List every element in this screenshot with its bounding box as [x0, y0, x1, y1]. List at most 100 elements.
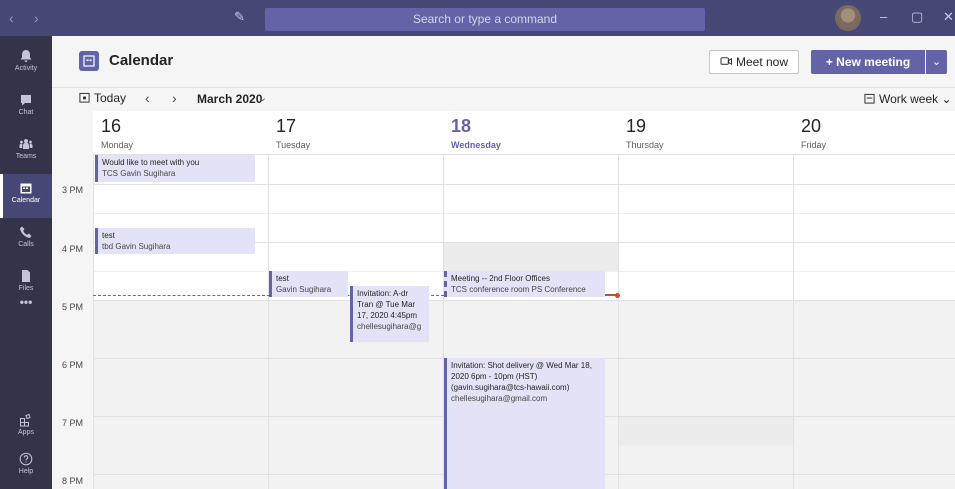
column-divider [793, 111, 794, 489]
event-title: Invitation: A-dr Tran @ Tue Mar 17, 2020… [357, 289, 418, 320]
day-name: Friday [801, 140, 827, 150]
minimize-icon[interactable]: – [880, 9, 887, 24]
rail-label: Calendar [11, 197, 41, 204]
compose-icon[interactable]: ✎ [234, 9, 245, 25]
column-divider [93, 111, 94, 489]
day-number: 17 [276, 116, 297, 136]
page-title: Calendar [109, 52, 174, 69]
event-card[interactable]: Invitation: Shot delivery @ Wed Mar 18, … [444, 358, 605, 489]
hour-label: 5 PM [62, 302, 84, 312]
column-divider [618, 111, 619, 489]
day-name: Wednesday [451, 140, 501, 150]
new-meeting-button[interactable]: + New meeting [811, 50, 925, 74]
event-title: test [102, 231, 115, 240]
event-title: test [276, 274, 289, 283]
video-icon [720, 57, 732, 66]
search-input[interactable]: Search or type a command [265, 8, 705, 31]
day-header-friday[interactable]: 20 Friday [793, 111, 955, 155]
close-icon[interactable]: ✕ [943, 9, 954, 25]
rail-item-teams[interactable]: Teams [0, 130, 52, 174]
event-title: Invitation: Shot delivery @ Wed Mar 18, … [451, 361, 592, 392]
hour-line [93, 184, 955, 185]
next-week-button[interactable]: › [172, 90, 177, 106]
teams-app: ‹ › ✎ Search or type a command – ▢ ✕ Act… [0, 0, 955, 489]
hour-label: 8 PM [62, 476, 84, 486]
rail-label: Activity [14, 65, 38, 72]
hour-label: 7 PM [62, 418, 84, 428]
event-location: TCS conference room PS Conference [451, 285, 586, 294]
more-icon: ••• [19, 295, 33, 309]
day-number: 19 [626, 116, 647, 136]
rail-item-calls[interactable]: Calls [0, 218, 52, 262]
today-label: Today [94, 91, 127, 105]
hours-column: 3 PM 4 PM 5 PM 6 PM 7 PM 8 PM [52, 111, 93, 489]
column-divider [268, 111, 269, 489]
maximize-icon[interactable]: ▢ [911, 9, 923, 25]
file-icon [22, 270, 30, 282]
rail-label: Apps [18, 429, 34, 436]
day-name: Monday [101, 140, 134, 150]
chevron-down-icon[interactable]: ⌄ [258, 91, 267, 104]
avatar[interactable] [835, 5, 861, 31]
event-card[interactable]: Invitation: A-dr Tran @ Tue Mar 17, 2020… [350, 286, 429, 342]
event-card[interactable]: test tbd Gavin Sugihara [95, 228, 255, 254]
rail-label: Help [18, 468, 34, 475]
rail-item-apps[interactable]: Apps [0, 406, 52, 450]
rail-item-activity[interactable]: Activity [0, 42, 52, 86]
event-card[interactable]: Meeting -- 2nd Floor Offices TCS confere… [444, 271, 605, 297]
half-hour-line [93, 213, 955, 214]
day-number: 18 [451, 116, 472, 136]
today-button[interactable]: Today [79, 91, 126, 105]
calendar-toolbar: Today ‹ › March 2020 ⌄ Work week ⌄ [52, 88, 955, 111]
chevron-down-icon[interactable]: ⌄ [926, 50, 947, 74]
calendar-header: Calendar Meet now + New meeting ⌄ [52, 36, 955, 88]
rail-item-help[interactable]: Help [0, 445, 52, 489]
event-title: Would like to meet with you [102, 158, 200, 167]
event-card[interactable]: Would like to meet with you TCS Gavin Su… [95, 155, 255, 182]
hour-line [93, 300, 955, 301]
rail-label: Teams [15, 153, 37, 160]
back-icon[interactable]: ‹ [9, 10, 14, 26]
meet-now-button[interactable]: Meet now [709, 50, 799, 74]
hour-label: 3 PM [62, 185, 84, 195]
day-header-monday[interactable]: 16 Monday [93, 111, 268, 155]
rail-item-more[interactable]: ••• [0, 292, 52, 316]
month-picker[interactable]: March 2020 [197, 92, 262, 106]
calendar-app-icon [79, 51, 99, 71]
chat-icon [21, 95, 31, 106]
day-header-wednesday[interactable]: 18 Wednesday [443, 111, 618, 155]
calendar-icon [20, 183, 32, 194]
calendar-today-icon [79, 92, 90, 103]
day-number: 16 [101, 116, 122, 136]
busy-shade [444, 242, 618, 271]
teams-icon [19, 139, 33, 149]
half-hour-line [93, 329, 955, 330]
event-location: tbd Gavin Sugihara [102, 242, 171, 251]
current-time-dot [615, 293, 620, 298]
calendar-view-icon [864, 93, 875, 104]
event-location: chellesugihara@g [357, 322, 422, 331]
phone-icon [20, 226, 32, 238]
rail-item-chat[interactable]: Chat [0, 86, 52, 130]
rail-item-calendar[interactable]: Calendar [0, 174, 52, 218]
hour-label: 6 PM [62, 360, 84, 370]
event-card[interactable]: test Gavin Sugihara [269, 271, 348, 297]
busy-shade [618, 416, 793, 445]
day-header-tuesday[interactable]: 17 Tuesday [268, 111, 443, 155]
prev-week-button[interactable]: ‹ [145, 90, 150, 106]
rail-label: Calls [18, 241, 34, 248]
calendar-grid: 3 PM 4 PM 5 PM 6 PM 7 PM 8 PM 16 Monday … [52, 111, 955, 489]
event-location: chellesugihara@gmail.com [451, 394, 548, 403]
view-switcher[interactable]: Work week ⌄ [864, 92, 952, 106]
help-icon [19, 452, 33, 466]
day-number: 20 [801, 116, 822, 136]
apps-icon [20, 413, 31, 427]
event-location: Gavin Sugihara [276, 285, 332, 294]
day-header-thursday[interactable]: 19 Thursday [618, 111, 793, 155]
meet-now-label: Meet now [735, 55, 789, 69]
forward-icon[interactable]: › [34, 10, 39, 26]
day-name: Thursday [626, 140, 664, 150]
view-label: Work week ⌄ [879, 92, 952, 106]
title-bar: ‹ › ✎ Search or type a command – ▢ ✕ [0, 0, 955, 36]
bell-icon [20, 50, 32, 62]
